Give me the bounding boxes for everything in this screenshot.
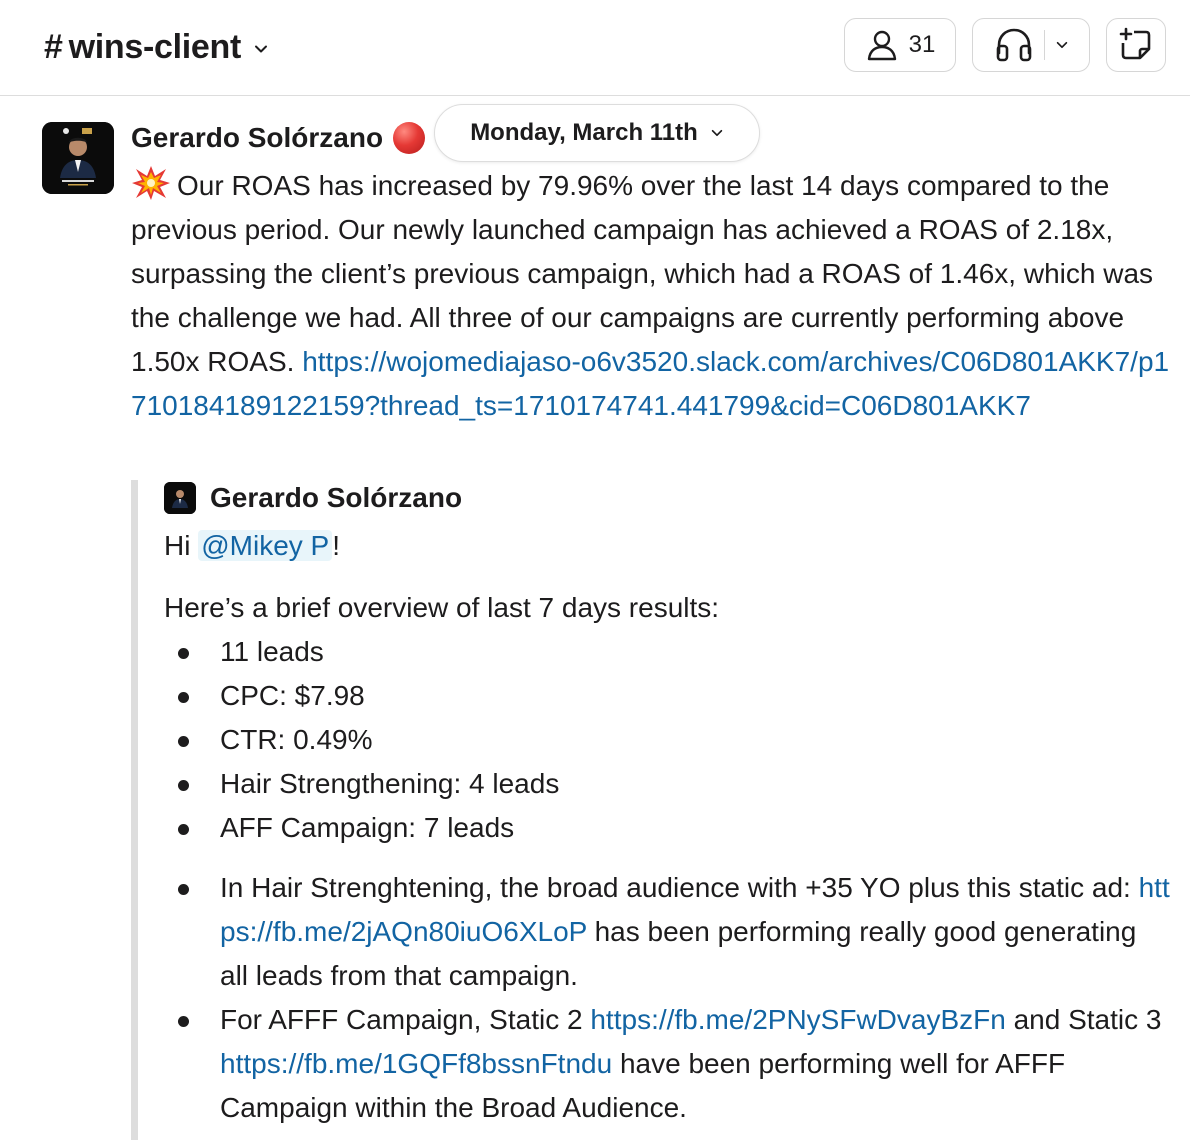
greeting-prefix: Hi [164,530,191,561]
quoted-message-header: Gerardo Solórzano [164,480,1171,516]
note-text: For AFFF Campaign, Static 2 [220,1004,583,1035]
date-divider-button[interactable]: Monday, March 11th [434,104,760,162]
message: Gerardo Solórzano Monday, March 11th Our… [0,96,1190,1140]
chevron-down-icon [711,129,723,137]
stats-list: 11 leads CPC: $7.98 CTR: 0.49% Hair Stre… [164,630,1171,850]
avatar[interactable] [42,122,114,194]
sender-name-row: Gerardo Solórzano [131,120,426,156]
ad-link[interactable]: https://fb.me/2PNySFwDvayBzFn [590,1004,1005,1035]
person-icon [867,30,896,61]
note-text: In Hair Strenghtening, the broad audienc… [220,872,1131,903]
overview-intro: Here’s a brief overview of last 7 days r… [164,592,720,623]
chevron-down-icon[interactable] [1055,38,1069,52]
avatar-photo [164,482,196,514]
list-item: In Hair Strenghtening, the broad audienc… [164,866,1171,998]
notes-list: In Hair Strenghtening, the broad audienc… [164,866,1171,1130]
member-count: 31 [908,31,936,58]
date-label: Monday, March 11th [470,119,698,146]
list-item: For AFFF Campaign, Static 2 https://fb.m… [164,998,1171,1130]
new-canvas-icon [1119,27,1151,60]
greeting-line: Hi @Mikey P! [164,524,1171,568]
channel-header: # wins-client 31 [0,0,1190,96]
quoted-avatar[interactable] [164,482,196,514]
quoted-author[interactable]: Gerardo Solórzano [210,482,462,514]
list-item: CTR: 0.49% [164,718,1171,762]
message-body: Our ROAS has increased by 79.96% over th… [131,164,1171,428]
channel-name: wins-client [68,27,242,66]
headphones-icon [996,28,1031,62]
list-item: AFF Campaign: 7 leads [164,806,1171,850]
quoted-message: Gerardo Solórzano Hi @Mikey P! Here’s a … [131,480,1171,1140]
sender-name[interactable]: Gerardo Solórzano [131,122,383,154]
collision-emoji-icon [132,166,170,200]
ad-link[interactable]: https://fb.me/1GQFf8bssnFtndu [220,1048,612,1079]
list-item: Hair Strengthening: 4 leads [164,762,1171,806]
huddle-button[interactable] [972,18,1090,72]
channel-hash: # [44,27,63,66]
channel-name-button[interactable]: # wins-client [44,26,269,68]
user-mention[interactable]: @Mikey P [198,530,333,561]
list-item: 11 leads [164,630,1171,674]
members-button[interactable]: 31 [844,18,956,72]
note-text: and Static 3 [1013,1004,1162,1035]
canvas-button[interactable] [1106,18,1166,72]
chevron-down-icon [255,45,268,53]
red-circle-status-icon [393,122,426,154]
huddle-divider [1043,30,1045,60]
avatar-photo [42,122,114,194]
greeting-suffix: ! [332,530,341,561]
list-item: CPC: $7.98 [164,674,1171,718]
